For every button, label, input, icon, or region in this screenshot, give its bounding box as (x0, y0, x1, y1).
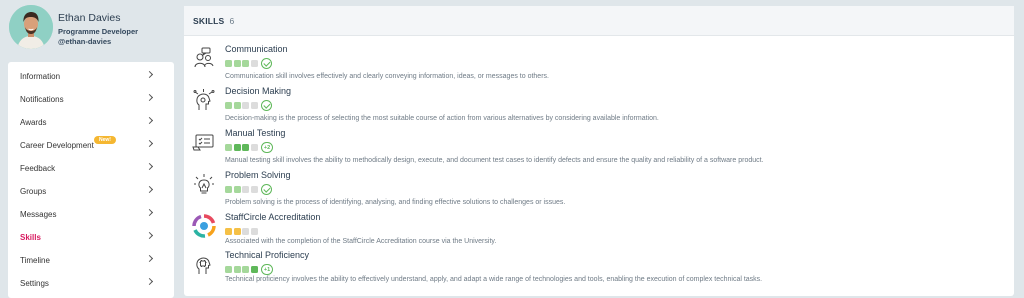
level-dot (225, 144, 232, 151)
level-dot (233, 186, 241, 193)
nav-item-label: Awards (20, 118, 47, 127)
nav-item-skills[interactable]: Skills (8, 226, 174, 249)
skill-level-indicator (225, 100, 272, 111)
profile-role: Programme Developer (58, 27, 139, 36)
nav-item-label: Career Development (20, 141, 94, 150)
level-dot (225, 60, 232, 67)
side-nav: Information Notifications Awards Career … (8, 62, 174, 298)
level-dot (250, 102, 258, 109)
level-dot (242, 266, 249, 273)
nav-item-groups[interactable]: Groups (8, 180, 174, 203)
skill-description: Communication skill involves effectively… (225, 73, 549, 80)
nav-item-feedback[interactable]: Feedback (8, 157, 174, 180)
skill-description: Decision-making is the process of select… (225, 115, 659, 122)
chevron-right-icon (145, 162, 154, 171)
skill-level-indicator (225, 226, 259, 237)
nav-item-timeline[interactable]: Timeline (8, 249, 174, 272)
level-dot (242, 144, 249, 151)
nav-item-label: Groups (20, 187, 47, 196)
chevron-right-icon (145, 93, 154, 102)
skill-level-indicator: +1 (225, 264, 273, 275)
nav-item-information[interactable]: Information (8, 65, 174, 88)
level-dot (242, 228, 249, 235)
skill-description: Problem solving is the process of identi… (225, 199, 566, 206)
profile-header: Ethan Davies Programme Developer @ethan-… (0, 0, 185, 58)
skills-title: SKILLS (193, 15, 225, 26)
chevron-right-icon (145, 70, 154, 79)
nav-item-settings[interactable]: Settings (8, 272, 174, 295)
chevron-right-icon (145, 116, 154, 125)
level-dot (250, 266, 258, 273)
level-dot (250, 60, 258, 67)
chevron-right-icon (145, 231, 154, 240)
staffcircle-logo-icon (192, 214, 216, 238)
level-dot (225, 228, 232, 235)
skill-name: Problem Solving (225, 170, 291, 180)
level-dot (242, 186, 249, 193)
nav-item-awards[interactable]: Awards (8, 111, 174, 134)
decision-head-icon (192, 88, 216, 112)
skill-description: Technical proficiency involves the abili… (225, 276, 763, 283)
skill-level-indicator (225, 58, 272, 69)
level-dot (233, 266, 241, 273)
level-dot (233, 60, 241, 67)
level-dot (250, 228, 258, 235)
level-dot (233, 144, 241, 151)
skills-count: 6 (229, 15, 235, 26)
check-circle-icon (261, 184, 272, 195)
level-up-badge: +1 (261, 264, 273, 275)
chevron-right-icon (145, 277, 154, 286)
level-dot (250, 186, 258, 193)
level-up-badge: +2 (261, 142, 273, 153)
avatar[interactable] (9, 5, 53, 49)
people-talking-icon (192, 46, 216, 70)
nav-item-messages[interactable]: Messages (8, 203, 174, 226)
check-circle-icon (261, 100, 272, 111)
checklist-testing-icon (192, 130, 216, 154)
level-dot (225, 102, 232, 109)
nav-item-label: Settings (20, 279, 49, 288)
nav-item-label: Feedback (20, 164, 56, 173)
profile-handle: @ethan-davies (58, 37, 112, 46)
new-badge: New! (94, 136, 116, 144)
level-dot (225, 266, 232, 273)
level-dot (242, 102, 249, 109)
skill-description: Manual testing skill involves the abilit… (225, 157, 764, 164)
brain-chip-icon (192, 252, 216, 276)
skill-description: Associated with the completion of the St… (225, 238, 497, 245)
nav-item-label: Information (20, 72, 61, 81)
lightbulb-icon (192, 172, 216, 196)
skill-name: Decision Making (225, 86, 292, 96)
profile-name: Ethan Davies (58, 12, 121, 24)
chevron-right-icon (145, 208, 154, 217)
chevron-right-icon (145, 139, 154, 148)
skill-name: Communication (225, 44, 288, 54)
level-dot (250, 144, 258, 151)
level-dot (233, 228, 241, 235)
nav-item-notifications[interactable]: Notifications (8, 88, 174, 111)
level-dot (233, 102, 241, 109)
skill-level-indicator (225, 184, 272, 195)
nav-item-career-development[interactable]: Career Development New! (8, 134, 174, 157)
nav-item-label: Skills (20, 233, 41, 242)
chevron-right-icon (145, 254, 154, 263)
nav-item-label: Timeline (20, 256, 50, 265)
skills-panel-header: SKILLS 6 (184, 6, 1014, 36)
skill-name: Technical Proficiency (225, 250, 310, 260)
nav-item-label: Messages (20, 210, 57, 219)
chevron-right-icon (145, 185, 154, 194)
check-circle-icon (261, 58, 272, 69)
skill-level-indicator: +2 (225, 142, 273, 153)
level-dot (225, 186, 232, 193)
skills-panel: SKILLS 6 Communication Communication ski… (184, 6, 1014, 296)
skill-name: Manual Testing (225, 128, 286, 138)
level-dot (242, 60, 249, 67)
skill-name: StaffCircle Accreditation (225, 212, 321, 222)
nav-item-label: Notifications (20, 95, 64, 104)
